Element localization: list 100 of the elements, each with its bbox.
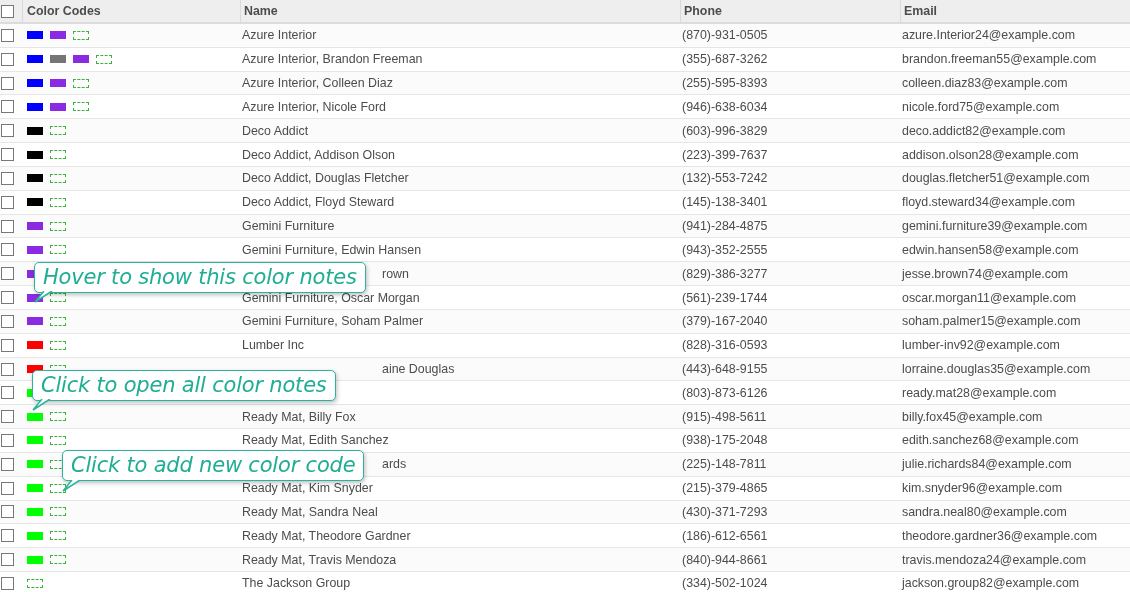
email-cell: julie.richards84@example.com [902,457,1072,472]
column-header[interactable]: Color Codes [27,4,101,18]
row-checkbox[interactable] [1,576,14,590]
phone-cell: (943)-352-2555 [682,242,768,257]
add-color-button[interactable] [50,126,66,136]
name-cell: Deco Addict, Douglas Fletcher [242,171,409,186]
add-color-button[interactable] [27,578,43,588]
add-color-button[interactable] [50,340,66,350]
phone-cell: (443)-648-9155 [682,362,768,376]
phone-cell: (430)-371-7293 [682,504,768,519]
phone-cell: (132)-553-7242 [682,171,768,186]
row-checkbox[interactable] [1,52,14,66]
row-checkbox[interactable] [1,481,14,495]
color-swatch[interactable] [27,555,43,564]
name-cell: Ready Mat, Edith Sanchez [242,433,389,448]
row-checkbox[interactable] [1,267,14,281]
email-cell: floyd.steward34@example.com [902,195,1076,210]
name-cell: Ready Mat, Kim Snyder [242,481,373,496]
color-swatch[interactable] [50,79,66,88]
row-checkbox[interactable] [1,124,14,138]
name-cell: Gemini Furniture, Oscar Morgan [242,290,420,305]
add-color-button[interactable] [50,316,66,326]
add-color-button[interactable] [96,54,112,64]
color-swatch[interactable] [27,484,43,493]
row-checkbox[interactable] [1,529,14,543]
phone-cell: (829)-386-3277 [682,266,768,281]
color-swatch[interactable] [27,79,43,88]
color-swatch[interactable] [50,55,66,64]
color-swatch[interactable] [27,460,43,469]
color-swatch[interactable] [27,198,43,207]
add-color-button[interactable] [50,221,66,231]
email-cell: billy.fox45@example.com [902,409,1043,424]
email-cell: ready.mat28@example.com [902,385,1057,400]
color-swatch[interactable] [27,150,43,159]
add-color-button[interactable] [50,197,66,207]
row-checkbox[interactable] [1,386,14,400]
add-color-button[interactable] [50,436,66,445]
email-cell: lumber-inv92@example.com [902,338,1060,353]
phone-cell: (938)-175-2048 [682,433,768,448]
color-swatch[interactable] [27,412,43,421]
phone-cell: (561)-239-1744 [682,290,768,305]
color-swatch[interactable] [27,102,43,111]
add-color-button[interactable] [73,30,89,40]
row-checkbox[interactable] [1,362,14,376]
phone-cell: (828)-316-0593 [682,338,768,353]
phone-cell: (941)-284-4875 [682,219,768,234]
color-swatch[interactable] [50,31,66,40]
select-all-checkbox[interactable] [1,4,14,18]
color-swatch[interactable] [27,531,43,540]
color-swatch[interactable] [27,55,43,64]
row-checkbox[interactable] [1,243,14,257]
color-swatch[interactable] [27,31,43,40]
row-checkbox[interactable] [1,410,14,424]
color-swatch[interactable] [27,126,43,135]
column-header[interactable]: Phone [684,4,722,18]
row-checkbox[interactable] [1,76,14,90]
add-color-button[interactable] [50,150,66,160]
color-swatch[interactable] [27,507,43,516]
name-cell: ards [382,457,407,472]
row-checkbox[interactable] [1,457,14,471]
add-color-button[interactable] [50,507,66,517]
add-color-button[interactable] [73,102,89,112]
email-cell: douglas.fletcher51@example.com [902,171,1090,186]
row-checkbox[interactable] [1,505,14,519]
add-color-button[interactable] [50,245,66,255]
row-checkbox[interactable] [1,219,14,233]
phone-cell: (946)-638-6034 [682,99,768,114]
column-header[interactable]: Name [244,4,278,18]
row-checkbox[interactable] [1,100,14,114]
email-cell: nicole.ford75@example.com [902,99,1060,114]
phone-cell: (186)-612-6561 [682,528,768,543]
color-swatch[interactable] [27,317,43,326]
email-cell: edwin.hansen58@example.com [902,242,1079,257]
row-checkbox[interactable] [1,195,14,209]
color-swatch[interactable] [27,341,43,350]
column-header[interactable]: Email [904,4,938,18]
color-swatch[interactable] [27,245,43,254]
email-cell: colleen.diaz83@example.com [902,76,1068,91]
color-swatch[interactable] [27,436,43,445]
add-color-button[interactable] [50,531,66,541]
color-swatch[interactable] [73,55,89,64]
phone-cell: (255)-595-8393 [682,76,768,91]
row-checkbox[interactable] [1,148,14,162]
add-color-button[interactable] [50,173,66,183]
color-swatch[interactable] [27,174,43,183]
email-cell: brandon.freeman55@example.com [902,52,1097,67]
row-checkbox[interactable] [1,338,14,352]
color-swatch[interactable] [27,222,43,231]
row-checkbox[interactable] [1,314,14,328]
row-checkbox[interactable] [1,171,14,185]
add-color-button[interactable] [50,412,66,422]
row-checkbox[interactable] [1,28,14,42]
phone-cell: (355)-687-3262 [682,52,768,67]
color-swatch[interactable] [50,102,66,111]
row-checkbox[interactable] [1,553,14,567]
add-color-button[interactable] [73,78,89,88]
name-cell: Azure Interior, Colleen Diaz [242,76,393,91]
row-checkbox[interactable] [1,291,14,304]
row-checkbox[interactable] [1,434,14,447]
add-color-button[interactable] [50,555,66,565]
